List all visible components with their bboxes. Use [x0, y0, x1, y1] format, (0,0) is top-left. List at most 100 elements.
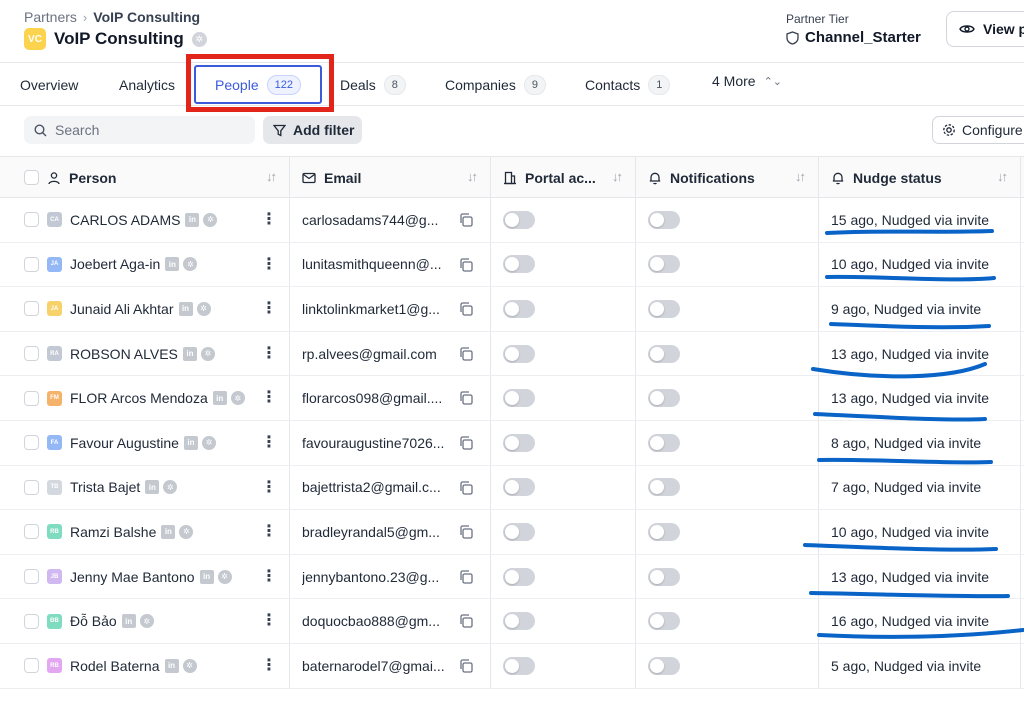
copy-icon[interactable] [458, 569, 474, 585]
copy-icon[interactable] [458, 257, 474, 273]
bot-icon[interactable]: ✲ [201, 435, 216, 450]
more-options-icon[interactable]: ⋮ [261, 345, 277, 363]
person-name[interactable]: Jenny Mae Bantono [70, 569, 195, 585]
row-checkbox[interactable] [24, 613, 39, 629]
linkedin-icon[interactable]: in [178, 301, 193, 316]
person-name[interactable]: Favour Augustine [70, 435, 179, 451]
row-checkbox[interactable] [24, 479, 39, 495]
bot-icon[interactable]: ✲ [182, 658, 197, 673]
linkedin-icon[interactable]: in [185, 212, 200, 227]
bot-icon[interactable]: ✲ [196, 301, 211, 316]
sort-icon[interactable]: ↓↑ [795, 169, 806, 184]
person-name[interactable]: CARLOS ADAMS [70, 212, 180, 228]
portal-access-toggle[interactable] [503, 389, 535, 408]
row-checkbox[interactable] [24, 658, 39, 674]
portal-access-toggle[interactable] [503, 344, 535, 363]
search-input[interactable] [55, 122, 235, 138]
copy-icon[interactable] [458, 524, 474, 540]
sort-icon[interactable]: ↓↑ [467, 169, 478, 184]
table-row[interactable]: JA Junaid Ali Akhtar in ✲ ⋮ linktolinkma… [0, 287, 1024, 332]
bot-icon[interactable]: ✲ [139, 614, 154, 629]
table-row[interactable]: FA Favour Augustine in ✲ ⋮ favouraugusti… [0, 421, 1024, 466]
portal-access-toggle[interactable] [503, 433, 535, 452]
table-row[interactable]: TB Trista Bajet in ✲ ⋮ bajettrista2@gmai… [0, 465, 1024, 511]
search-box[interactable] [24, 116, 255, 144]
portal-access-toggle[interactable] [503, 656, 535, 675]
more-options-icon[interactable]: ⋮ [261, 657, 277, 675]
table-row[interactable]: ĐB Đỗ Bảo in ✲ ⋮ doquocbao888@gm... 16 a… [0, 599, 1024, 644]
person-name[interactable]: Joebert Aga-in [70, 256, 160, 272]
configure-button[interactable]: Configure [932, 116, 1024, 144]
tab-overview[interactable]: Overview [20, 63, 78, 107]
portal-access-toggle[interactable] [503, 567, 535, 586]
linkedin-icon[interactable]: in [183, 435, 198, 450]
notifications-toggle[interactable] [648, 433, 680, 452]
row-checkbox[interactable] [24, 301, 39, 317]
bot-icon[interactable]: ✲ [217, 569, 232, 584]
person-name[interactable]: Ramzi Balshe [70, 524, 156, 540]
add-filter-button[interactable]: Add filter [263, 116, 362, 144]
breadcrumb-partners-link[interactable]: Partners [24, 9, 77, 25]
row-checkbox[interactable] [24, 256, 39, 272]
copy-icon[interactable] [458, 435, 474, 451]
column-header-nudge-status[interactable]: Nudge status ↓↑ [819, 157, 1021, 198]
more-options-icon[interactable]: ⋮ [261, 479, 277, 497]
copy-icon[interactable] [458, 658, 474, 674]
more-options-icon[interactable]: ⋮ [261, 434, 277, 452]
portal-access-toggle[interactable] [503, 478, 535, 497]
table-row[interactable]: RA ROBSON ALVES in ✲ ⋮ rp.alvees@gmail.c… [0, 331, 1024, 377]
row-checkbox[interactable] [24, 524, 39, 540]
portal-access-toggle[interactable] [503, 210, 535, 229]
column-header-notifications[interactable]: Notifications ↓↑ [636, 157, 819, 198]
linkedin-icon[interactable]: in [161, 524, 176, 539]
portal-access-toggle[interactable] [503, 299, 535, 318]
more-options-icon[interactable]: ⋮ [261, 389, 277, 407]
column-header-person[interactable]: Person ↓↑ [0, 157, 290, 198]
notifications-toggle[interactable] [648, 612, 680, 631]
table-row[interactable]: RB Rodel Baterna in ✲ ⋮ baternarodel7@gm… [0, 644, 1024, 689]
table-row[interactable]: JA Joebert Aga-in in ✲ ⋮ lunitasmithquee… [0, 242, 1024, 288]
person-name[interactable]: Rodel Baterna [70, 658, 160, 674]
row-checkbox[interactable] [24, 569, 39, 585]
tab-companies[interactable]: Companies 9 [445, 63, 546, 107]
table-row[interactable]: CA CARLOS ADAMS in ✲ ⋮ carlosadams744@g.… [0, 198, 1024, 243]
linkedin-icon[interactable]: in [212, 391, 227, 406]
tab-more[interactable]: 4 More ⌃⌄ [712, 59, 782, 103]
row-checkbox[interactable] [24, 435, 39, 451]
row-checkbox[interactable] [24, 390, 39, 406]
bot-icon[interactable]: ✲ [179, 524, 194, 539]
more-options-icon[interactable]: ⋮ [261, 300, 277, 318]
notifications-toggle[interactable] [648, 567, 680, 586]
more-options-icon[interactable]: ⋮ [261, 523, 277, 541]
notifications-toggle[interactable] [648, 210, 680, 229]
column-header-portal-access[interactable]: Portal ac... ↓↑ [491, 157, 636, 198]
copy-icon[interactable] [458, 390, 474, 406]
bot-icon[interactable]: ✲ [163, 480, 178, 495]
portal-access-toggle[interactable] [503, 255, 535, 274]
person-name[interactable]: ROBSON ALVES [70, 346, 178, 362]
linkedin-icon[interactable]: in [165, 257, 180, 272]
sort-icon[interactable]: ↓↑ [266, 169, 277, 184]
copy-icon[interactable] [458, 613, 474, 629]
copy-icon[interactable] [458, 212, 474, 228]
bot-icon[interactable]: ✲ [191, 31, 207, 47]
person-name[interactable]: FLOR Arcos Mendoza [70, 390, 208, 406]
notifications-toggle[interactable] [648, 255, 680, 274]
copy-icon[interactable] [458, 301, 474, 317]
portal-access-toggle[interactable] [503, 522, 535, 541]
linkedin-icon[interactable]: in [145, 480, 160, 495]
bot-icon[interactable]: ✲ [183, 257, 198, 272]
portal-access-toggle[interactable] [503, 612, 535, 631]
table-row[interactable]: RB Ramzi Balshe in ✲ ⋮ bradleyrandal5@gm… [0, 510, 1024, 555]
select-all-checkbox[interactable] [24, 170, 39, 185]
notifications-toggle[interactable] [648, 299, 680, 318]
bot-icon[interactable]: ✲ [203, 212, 218, 227]
notifications-toggle[interactable] [648, 389, 680, 408]
sort-icon[interactable]: ↓↑ [612, 169, 623, 184]
bot-icon[interactable]: ✲ [230, 391, 245, 406]
more-options-icon[interactable]: ⋮ [261, 612, 277, 630]
notifications-toggle[interactable] [648, 522, 680, 541]
view-portal-button[interactable]: View p [946, 11, 1024, 47]
notifications-toggle[interactable] [648, 656, 680, 675]
notifications-toggle[interactable] [648, 344, 680, 363]
